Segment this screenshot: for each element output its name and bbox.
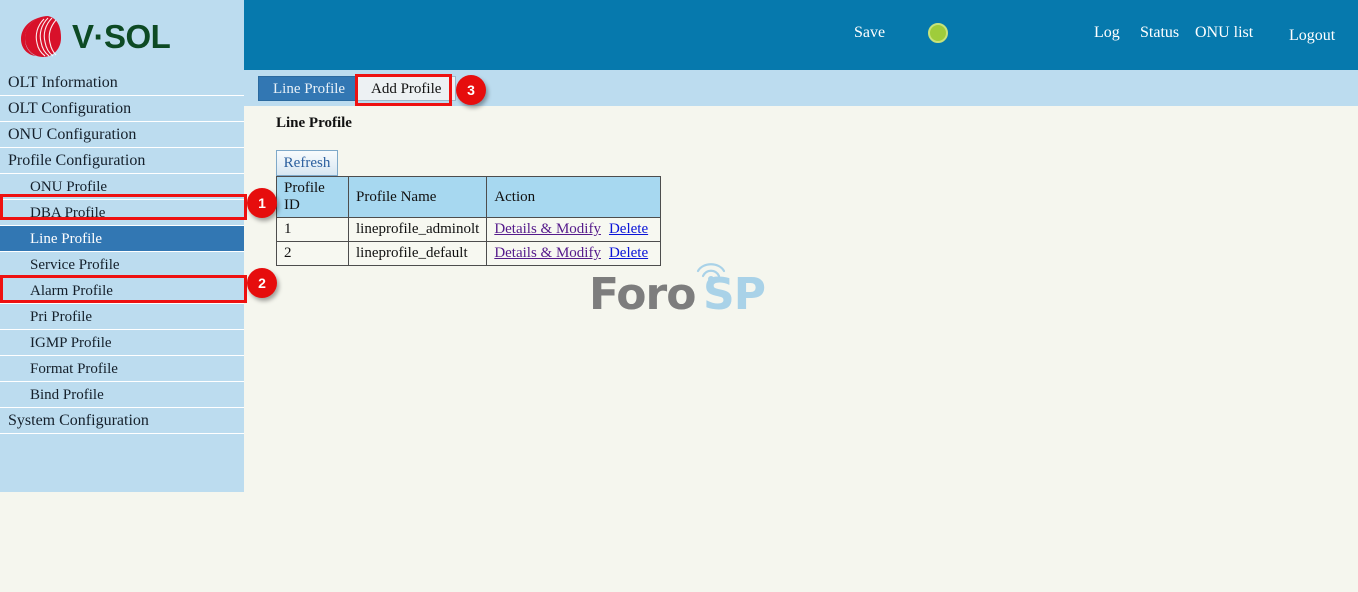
onu-list-link[interactable]: ONU list bbox=[1195, 24, 1253, 42]
table-header-row: Profile ID Profile Name Action bbox=[277, 177, 661, 218]
status-link[interactable]: Status bbox=[1140, 24, 1179, 42]
sidebar-item-onu-configuration[interactable]: ONU Configuration bbox=[0, 122, 244, 148]
details-modify-link[interactable]: Details & Modify bbox=[494, 221, 601, 237]
delete-link[interactable]: Delete bbox=[609, 221, 648, 237]
sidebar-item-igmp-profile[interactable]: IGMP Profile bbox=[0, 330, 244, 356]
cell-action: Details & Modify Delete bbox=[487, 242, 661, 266]
tab-add-profile[interactable]: Add Profile bbox=[356, 76, 456, 101]
status-indicator-dot bbox=[928, 23, 948, 43]
logo-pane: V·SOL bbox=[0, 0, 244, 70]
save-button[interactable]: Save bbox=[854, 24, 885, 42]
vsol-swirl-logo-icon bbox=[18, 14, 64, 60]
table-row: 1 lineprofile_adminolt Details & ModifyD… bbox=[277, 218, 661, 242]
sidebar-item-olt-information[interactable]: OLT Information bbox=[0, 70, 244, 96]
cell-action: Details & Modify Delete bbox=[487, 218, 661, 242]
sidebar-item-service-profile[interactable]: Service Profile bbox=[0, 252, 244, 278]
main-content: Line Profile Refresh Profile ID Profile … bbox=[244, 106, 1358, 592]
column-header-profile-id: Profile ID bbox=[277, 177, 349, 218]
tab-strip: Line Profile Add Profile bbox=[244, 70, 1358, 106]
column-header-action: Action bbox=[487, 177, 661, 218]
sidebar-item-line-profile[interactable]: Line Profile bbox=[0, 226, 244, 252]
logout-link[interactable]: Logout bbox=[1289, 27, 1335, 45]
sidebar-item-profile-configuration[interactable]: Profile Configuration bbox=[0, 148, 244, 174]
brand-logo-text: V·SOL bbox=[72, 16, 170, 58]
sidebar-item-olt-configuration[interactable]: OLT Configuration bbox=[0, 96, 244, 122]
sidebar-nav: OLT Information OLT Configuration ONU Co… bbox=[0, 70, 244, 492]
header-bar: Save Log Status ONU list Logout bbox=[244, 0, 1358, 70]
cell-profile-id: 1 bbox=[277, 218, 349, 242]
sidebar-item-system-configuration[interactable]: System Configuration bbox=[0, 408, 244, 434]
sidebar-item-onu-profile[interactable]: ONU Profile bbox=[0, 174, 244, 200]
line-profile-table: Profile ID Profile Name Action 1 linepro… bbox=[276, 176, 661, 266]
sidebar-item-bind-profile[interactable]: Bind Profile bbox=[0, 382, 244, 408]
sidebar-item-pri-profile[interactable]: Pri Profile bbox=[0, 304, 244, 330]
cell-profile-name: lineprofile_adminolt bbox=[349, 218, 487, 242]
sidebar-item-dba-profile[interactable]: DBA Profile bbox=[0, 200, 244, 226]
tab-line-profile[interactable]: Line Profile bbox=[258, 76, 360, 101]
refresh-button[interactable]: Refresh bbox=[276, 150, 338, 176]
log-link[interactable]: Log bbox=[1094, 24, 1120, 42]
cell-profile-name: lineprofile_default bbox=[349, 242, 487, 266]
sidebar-item-alarm-profile[interactable]: Alarm Profile bbox=[0, 278, 244, 304]
sidebar-item-format-profile[interactable]: Format Profile bbox=[0, 356, 244, 382]
delete-link[interactable]: Delete bbox=[609, 245, 648, 261]
table-row: 2 lineprofile_default Details & ModifyDe… bbox=[277, 242, 661, 266]
column-header-profile-name: Profile Name bbox=[349, 177, 487, 218]
top-bar: V·SOL Save Log Status ONU list Logout bbox=[0, 0, 1358, 70]
brand-logo: V·SOL bbox=[18, 14, 228, 60]
cell-profile-id: 2 bbox=[277, 242, 349, 266]
page-title: Line Profile bbox=[276, 115, 352, 132]
details-modify-link[interactable]: Details & Modify bbox=[494, 245, 601, 261]
